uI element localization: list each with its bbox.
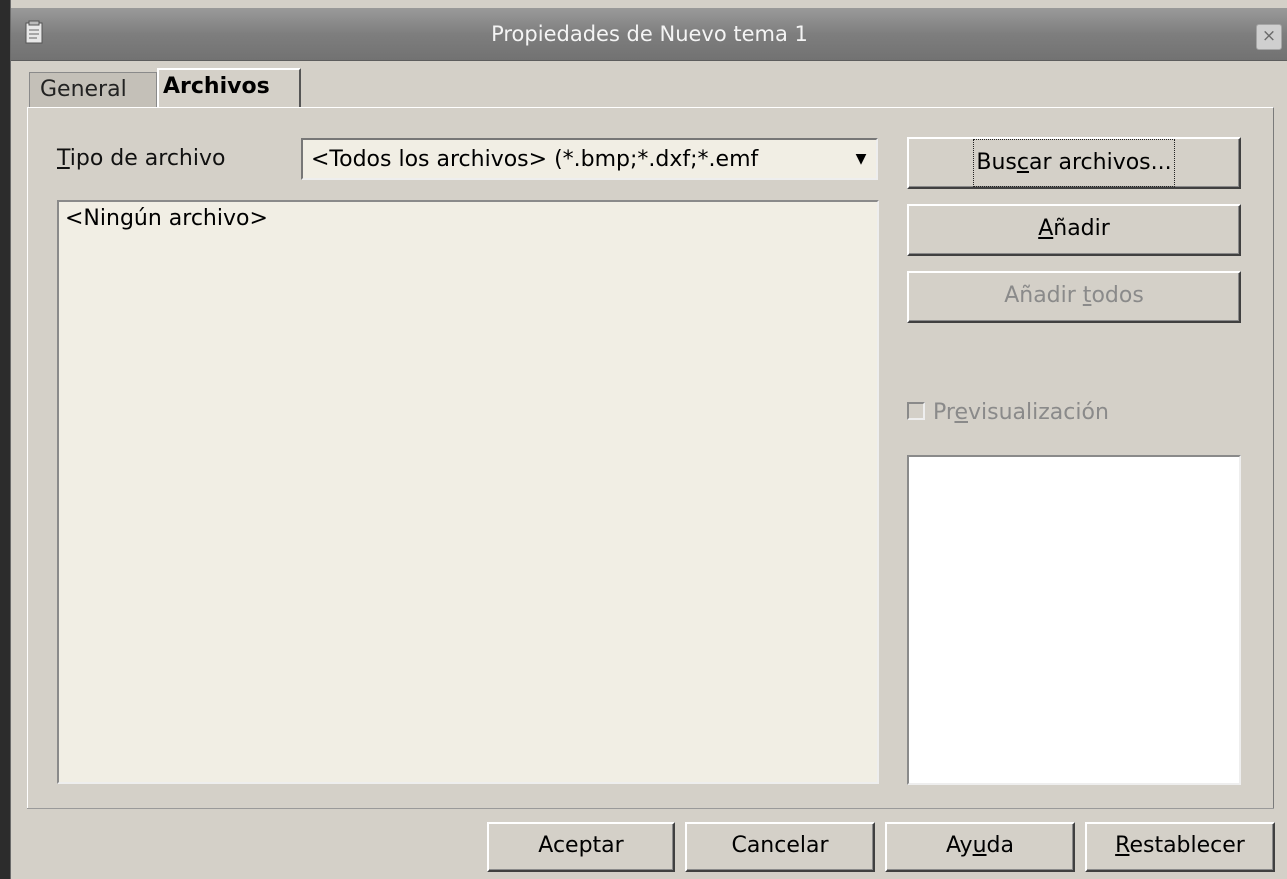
help-label: Ayuda [946,833,1014,858]
reset-button[interactable]: Restablecer [1085,822,1275,872]
chevron-down-icon[interactable]: ▼ [846,140,876,178]
window-title: Propiedades de Nuevo tema 1 [491,22,808,46]
filetype-value: <Todos los archivos> (*.bmp;*.dxf;*.emf [311,147,759,172]
close-button[interactable]: × [1256,24,1282,50]
preview-checkbox[interactable] [907,402,925,420]
dialog-window: Propiedades de Nuevo tema 1 × General Ar… [10,0,1287,879]
preview-area [907,455,1241,785]
search-files-button[interactable]: Buscar archivos... [907,137,1241,189]
filetype-label: Tipo de archivo [57,146,226,171]
ok-button[interactable]: Aceptar [487,822,675,872]
preview-label: Previsualización [933,400,1109,425]
add-button[interactable]: Añadir [907,204,1241,256]
file-list[interactable]: <Ningún archivo> [57,200,879,784]
close-icon: × [1261,26,1277,46]
preview-checkbox-row[interactable]: Previsualización [907,400,1109,425]
tab-archivos[interactable]: Archivos [157,68,301,108]
filetype-select[interactable]: <Todos los archivos> (*.bmp;*.dxf;*.emf … [301,138,878,180]
cancel-label: Cancelar [731,833,829,858]
help-button[interactable]: Ayuda [885,822,1075,872]
divider [27,808,1274,809]
tab-general[interactable]: General [29,72,157,108]
search-files-label: Buscar archivos... [973,139,1175,187]
tab-archivos-label: Archivos [163,74,270,99]
tab-general-label: General [40,77,127,102]
reset-label: Restablecer [1115,833,1245,858]
ok-label: Aceptar [538,833,624,858]
add-label: Añadir [1038,216,1110,241]
add-all-label: Añadir todos [1004,283,1144,308]
cancel-button[interactable]: Cancelar [685,822,875,872]
list-item[interactable]: <Ningún archivo> [65,206,268,231]
title-bar[interactable]: Propiedades de Nuevo tema 1 × [11,8,1287,61]
add-all-button[interactable]: Añadir todos [907,271,1241,323]
